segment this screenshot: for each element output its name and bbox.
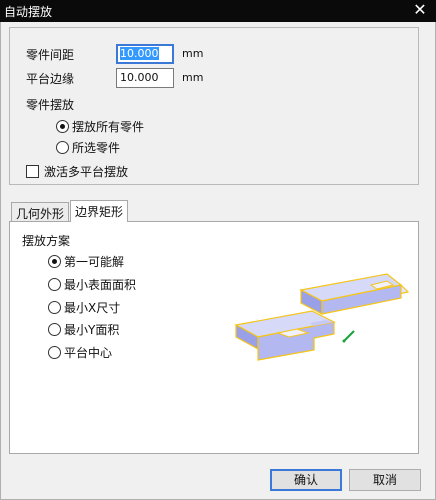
title-bar: 自动摆放 ✕ <box>0 0 436 22</box>
placement-selected-radio[interactable] <box>56 141 69 154</box>
cancel-button[interactable]: 取消 <box>349 469 421 491</box>
scheme-min-y-label[interactable]: 最小Y面积 <box>64 321 119 338</box>
part-gap-label: 零件间距 <box>26 48 75 62</box>
scheme-min-y-radio[interactable] <box>48 323 61 336</box>
scheme-min-area-radio[interactable] <box>48 278 61 291</box>
close-icon[interactable]: ✕ <box>412 1 428 19</box>
scheme-min-x-label[interactable]: 最小X尺寸 <box>64 299 120 316</box>
platform-margin-unit: mm <box>182 71 204 84</box>
scheme-first-label[interactable]: 第一可能解 <box>64 253 124 270</box>
placement-preview-illustration <box>234 273 410 361</box>
scheme-center-label[interactable]: 平台中心 <box>64 344 112 361</box>
scheme-center-radio[interactable] <box>48 346 61 359</box>
placement-section-label: 零件摆放 <box>26 98 75 112</box>
scheme-section-label: 摆放方案 <box>22 234 71 248</box>
window-title: 自动摆放 <box>4 5 53 19</box>
scheme-first-radio[interactable] <box>48 255 61 268</box>
platform-margin-label: 平台边缘 <box>26 72 75 86</box>
settings-panel: 零件间距 10.000 mm 平台边缘 10.000 mm 零件摆放 摆放所有零… <box>9 27 419 185</box>
multi-platform-label[interactable]: 激活多平台摆放 <box>44 163 128 180</box>
part-gap-unit: mm <box>182 47 204 60</box>
placement-all-radio[interactable] <box>56 120 69 133</box>
platform-margin-input[interactable]: 10.000 <box>116 68 174 88</box>
scheme-min-x-radio[interactable] <box>48 301 61 314</box>
scheme-min-area-label[interactable]: 最小表面面积 <box>64 276 136 293</box>
tab-geometry[interactable]: 几何外形 <box>11 202 70 222</box>
tab-content: 摆放方案 第一可能解 最小表面面积 最小X尺寸 最小Y面积 平台中心 <box>9 221 419 454</box>
placement-all-label[interactable]: 摆放所有零件 <box>72 118 144 135</box>
tab-bounding-rect[interactable]: 边界矩形 <box>70 200 129 222</box>
placement-selected-label[interactable]: 所选零件 <box>72 139 120 156</box>
part-gap-input[interactable]: 10.000 <box>116 44 174 64</box>
dialog-body: 零件间距 10.000 mm 平台边缘 10.000 mm 零件摆放 摆放所有零… <box>0 22 436 500</box>
multi-platform-checkbox[interactable] <box>26 165 39 178</box>
ok-button[interactable]: 确认 <box>270 469 342 491</box>
